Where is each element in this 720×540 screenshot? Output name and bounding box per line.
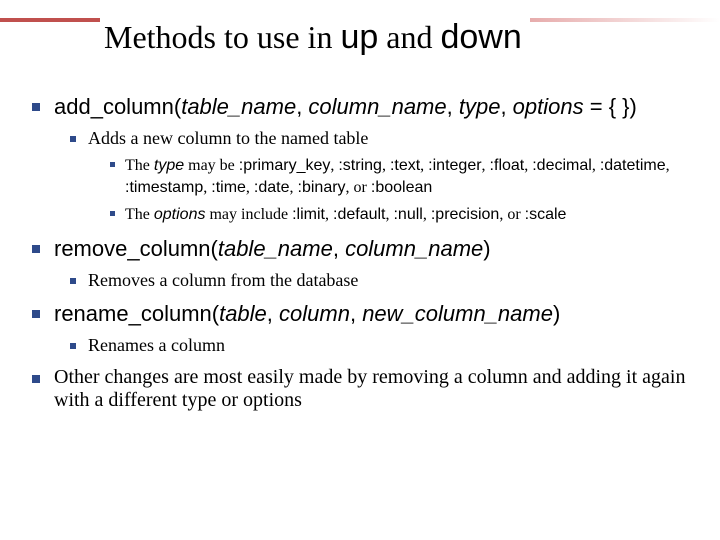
arg: table_name — [181, 94, 296, 119]
options-detail: The options may include :limit, :default… — [110, 204, 688, 226]
arg: column_name — [345, 236, 483, 261]
sym: :time — [211, 179, 246, 196]
arg: table — [219, 301, 267, 326]
method-name: remove_column — [54, 236, 211, 261]
sym: :timestamp — [125, 179, 203, 196]
paren: ) — [553, 301, 560, 326]
sym: :default — [333, 206, 385, 223]
desc-text: Removes a column from the database — [88, 270, 358, 291]
c: , — [482, 157, 490, 174]
sym: :decimal — [532, 157, 592, 174]
other-note: Other changes are most easily made by re… — [32, 366, 688, 412]
bullet-icon — [32, 310, 40, 318]
sep: , — [296, 94, 308, 119]
tail: = { }) — [584, 94, 637, 119]
bullet-icon — [70, 136, 76, 142]
sym: :string — [338, 157, 382, 174]
sep: , — [447, 94, 459, 119]
other-text: Other changes are most easily made by re… — [54, 366, 688, 412]
c: , — [420, 157, 428, 174]
method-signature: rename_column(table, column, new_column_… — [54, 301, 560, 327]
c: , — [592, 157, 600, 174]
bullet-icon — [110, 162, 115, 167]
or: , or — [499, 206, 524, 223]
sym: :datetime — [600, 157, 666, 174]
paren: ( — [212, 301, 219, 326]
method-desc: Removes a column from the database — [70, 270, 688, 291]
paren: ( — [211, 236, 218, 261]
kw: type — [154, 157, 184, 174]
sym: :limit — [292, 206, 325, 223]
sep: , — [333, 236, 345, 261]
t: may be — [184, 157, 239, 174]
sym: :float — [490, 157, 525, 174]
c: , — [290, 179, 298, 196]
title-text-2: and — [378, 19, 440, 55]
sep: , — [350, 301, 362, 326]
arg: type — [459, 94, 501, 119]
sym: :text — [390, 157, 420, 174]
title-text-1: Methods to use in — [104, 19, 340, 55]
method-name: rename_column — [54, 301, 212, 326]
paren: ) — [483, 236, 490, 261]
title-code-up: up — [340, 18, 378, 56]
title-code-down: down — [440, 18, 521, 56]
sym: :precision — [431, 206, 499, 223]
type-detail-text: The type may be :primary_key, :string, :… — [125, 155, 688, 198]
c: , — [666, 157, 670, 174]
bullet-icon — [32, 245, 40, 253]
t: The — [125, 206, 154, 223]
desc-text: Renames a column — [88, 335, 225, 356]
sep: , — [500, 94, 512, 119]
sep: , — [267, 301, 279, 326]
method-signature: remove_column(table_name, column_name) — [54, 236, 491, 262]
method-rename-column: rename_column(table, column, new_column_… — [32, 301, 688, 327]
slide-header: Methods to use in up and down — [0, 0, 720, 78]
arg: options — [513, 94, 584, 119]
method-add-column: add_column(table_name, column_name, type… — [32, 94, 688, 120]
method-desc: Adds a new column to the named table — [70, 128, 688, 149]
sym: :null — [393, 206, 422, 223]
sym: :integer — [428, 157, 481, 174]
type-detail: The type may be :primary_key, :string, :… — [110, 155, 688, 198]
slide-title: Methods to use in up and down — [100, 18, 530, 57]
bullet-icon — [32, 103, 40, 111]
sym: :primary_key — [239, 157, 331, 174]
method-desc: Renames a column — [70, 335, 688, 356]
arg: column_name — [308, 94, 446, 119]
c: , — [382, 157, 390, 174]
t: The — [125, 157, 154, 174]
arg: new_column_name — [362, 301, 553, 326]
desc-text: Adds a new column to the named table — [88, 128, 368, 149]
or: , or — [346, 179, 371, 196]
bullet-icon — [70, 278, 76, 284]
sym: :date — [254, 179, 290, 196]
arg: table_name — [218, 236, 333, 261]
slide-body: add_column(table_name, column_name, type… — [0, 78, 720, 440]
arg: column — [279, 301, 350, 326]
sym: :scale — [525, 206, 567, 223]
t: may include — [205, 206, 292, 223]
c: , — [325, 206, 333, 223]
c: , — [423, 206, 431, 223]
options-detail-text: The options may include :limit, :default… — [125, 204, 566, 226]
kw: options — [154, 206, 206, 223]
method-signature: add_column(table_name, column_name, type… — [54, 94, 637, 120]
sym: :binary — [298, 179, 346, 196]
method-remove-column: remove_column(table_name, column_name) — [32, 236, 688, 262]
bullet-icon — [110, 211, 115, 216]
method-name: add_column — [54, 94, 174, 119]
sym: :boolean — [371, 179, 432, 196]
c: , — [246, 179, 254, 196]
bullet-icon — [70, 343, 76, 349]
bullet-icon — [32, 375, 40, 383]
